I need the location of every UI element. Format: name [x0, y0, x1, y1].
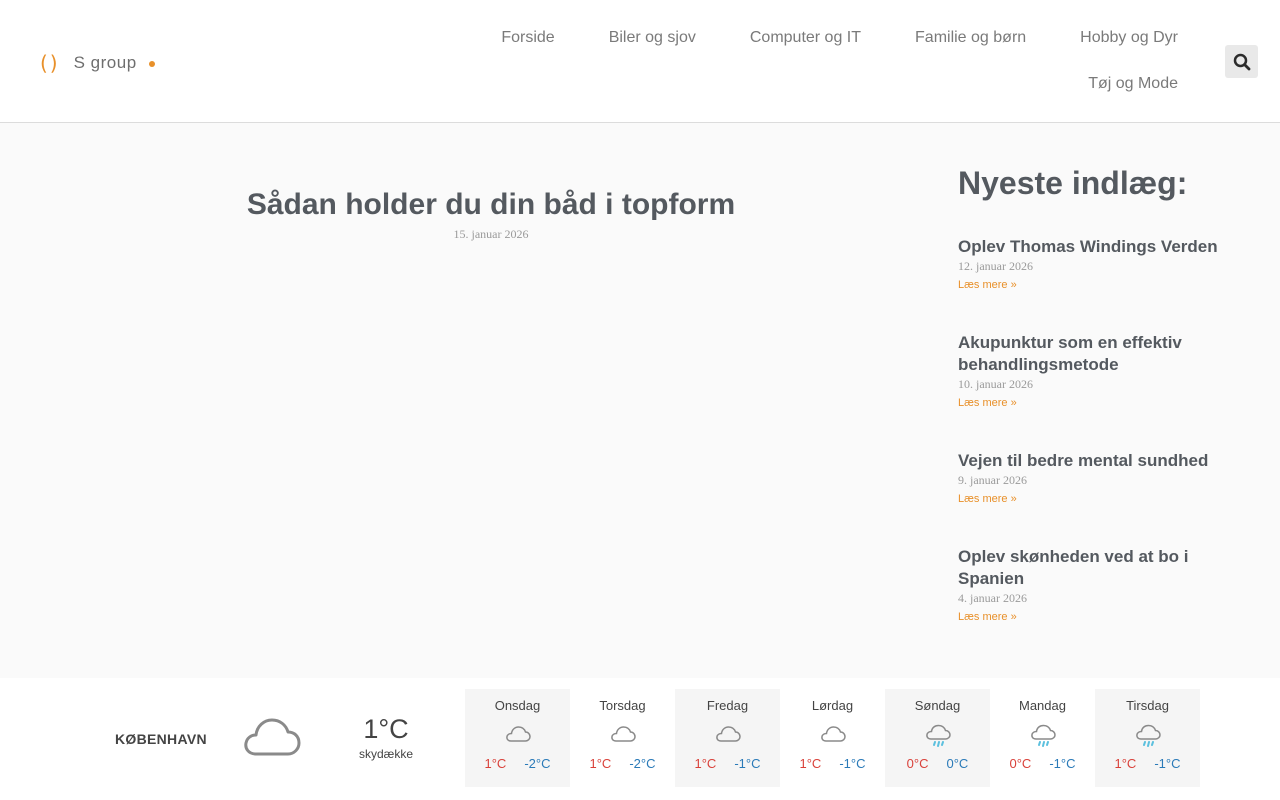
- cloud-icon: [610, 726, 636, 742]
- forecast-day: Tirsdag 1°C -1°C: [1095, 689, 1200, 787]
- forecast-high: 1°C: [694, 756, 717, 771]
- forecast-low: -2°C: [524, 756, 551, 771]
- forecast-high: 1°C: [1114, 756, 1137, 771]
- forecast-low: -1°C: [839, 756, 866, 771]
- post-title[interactable]: Oplev skønheden ved at bo i Spanien: [958, 546, 1238, 590]
- read-more-link[interactable]: Læs mere »: [958, 611, 1017, 623]
- post-date: 10. januar 2026: [958, 377, 1033, 391]
- logo-dot: [148, 61, 155, 67]
- article: Sådan holder du din båd i topform 15. ja…: [130, 185, 852, 242]
- post-item: Vejen til bedre mental sundhed 9. januar…: [958, 450, 1238, 507]
- cloud-icon: [244, 718, 301, 756]
- post-item: Akupunktur som en effektiv behandlingsme…: [958, 332, 1238, 411]
- site-header: () S group Forside Biler og sjov Compute…: [0, 0, 1280, 123]
- post-date: 12. januar 2026: [958, 259, 1033, 273]
- search-button[interactable]: [1225, 45, 1258, 78]
- forecast-day-name: Tirsdag: [1126, 698, 1169, 713]
- forecast-day-name: Lørdag: [811, 698, 854, 713]
- post-date: 4. januar 2026: [958, 591, 1027, 605]
- post-title[interactable]: Akupunktur som en effektiv behandlingsme…: [958, 332, 1238, 376]
- post-date: 9. januar 2026: [958, 473, 1027, 487]
- article-date: 15. januar 2026: [453, 227, 529, 241]
- forecast-day-name: Onsdag: [494, 698, 541, 713]
- sidebar-latest-posts: Nyeste indlæg: Oplev Thomas Windings Ver…: [958, 162, 1258, 623]
- post-title[interactable]: Oplev Thomas Windings Verden: [958, 236, 1238, 258]
- forecast-high: 0°C: [906, 756, 929, 771]
- main-nav: Forside Biler og sjov Computer og IT Fam…: [458, 22, 1178, 114]
- nav-item-computer-og-it[interactable]: Computer og IT: [750, 22, 861, 68]
- logo-mark: (): [40, 51, 60, 75]
- nav-item-forside[interactable]: Forside: [501, 22, 554, 68]
- forecast-low: 0°C: [946, 756, 969, 771]
- forecast-low: -1°C: [1049, 756, 1076, 771]
- forecast-day-name: Søndag: [914, 698, 961, 713]
- cloud-icon: [505, 726, 531, 742]
- read-more-link[interactable]: Læs mere »: [958, 279, 1017, 291]
- read-more-link[interactable]: Læs mere »: [958, 493, 1017, 505]
- logo-name: S group: [73, 53, 137, 72]
- site-logo[interactable]: () S group: [40, 50, 155, 76]
- current-description: skydække: [358, 747, 414, 761]
- nav-item-hobby-og-dyr[interactable]: Hobby og Dyr: [1080, 22, 1178, 68]
- rain-cloud-icon: [925, 724, 951, 747]
- forecast-day-name: Torsdag: [599, 698, 646, 713]
- forecast-day: Fredag 1°C -1°C: [675, 689, 780, 787]
- forecast-day: Søndag 0°C 0°C: [885, 689, 990, 787]
- forecast-day: Onsdag 1°C -2°C: [465, 689, 570, 787]
- nav-item-familie-og-boern[interactable]: Familie og børn: [915, 22, 1026, 68]
- rain-cloud-icon: [1030, 724, 1056, 747]
- forecast-high: 1°C: [589, 756, 612, 771]
- forecast-day: Mandag 0°C -1°C: [990, 689, 1095, 787]
- forecast-low: -1°C: [1154, 756, 1181, 771]
- forecast-day-name: Fredag: [706, 698, 749, 713]
- current-temperature: 1°C: [363, 714, 409, 744]
- cloud-icon: [715, 726, 741, 742]
- cloud-icon: [820, 726, 846, 742]
- read-more-link[interactable]: Læs mere »: [958, 397, 1017, 409]
- forecast-high: 1°C: [799, 756, 822, 771]
- article-title: Sådan holder du din båd i topform: [246, 188, 736, 221]
- weather-widget: KØBENHAVN 1°C skydække Onsdag 1°C -2°C T…: [0, 678, 1280, 800]
- nav-item-toej-og-mode[interactable]: Tøj og Mode: [1088, 68, 1178, 114]
- forecast-day: Lørdag 1°C -1°C: [780, 689, 885, 787]
- sidebar-heading: Nyeste indlæg:: [958, 165, 1188, 201]
- search-icon: [1233, 53, 1250, 70]
- weather-city: KØBENHAVN: [115, 731, 207, 747]
- nav-item-biler-og-sjov[interactable]: Biler og sjov: [609, 22, 696, 68]
- forecast-day-name: Mandag: [1019, 698, 1066, 713]
- forecast-day: Torsdag 1°C -2°C: [570, 689, 675, 787]
- forecast-low: -1°C: [734, 756, 761, 771]
- rain-cloud-icon: [1135, 724, 1161, 747]
- post-title[interactable]: Vejen til bedre mental sundhed: [958, 450, 1238, 472]
- post-item: Oplev Thomas Windings Verden 12. januar …: [958, 236, 1238, 293]
- forecast-high: 0°C: [1009, 756, 1032, 771]
- forecast-high: 1°C: [484, 756, 507, 771]
- post-item: Oplev skønheden ved at bo i Spanien 4. j…: [958, 546, 1238, 625]
- forecast-low: -2°C: [629, 756, 656, 771]
